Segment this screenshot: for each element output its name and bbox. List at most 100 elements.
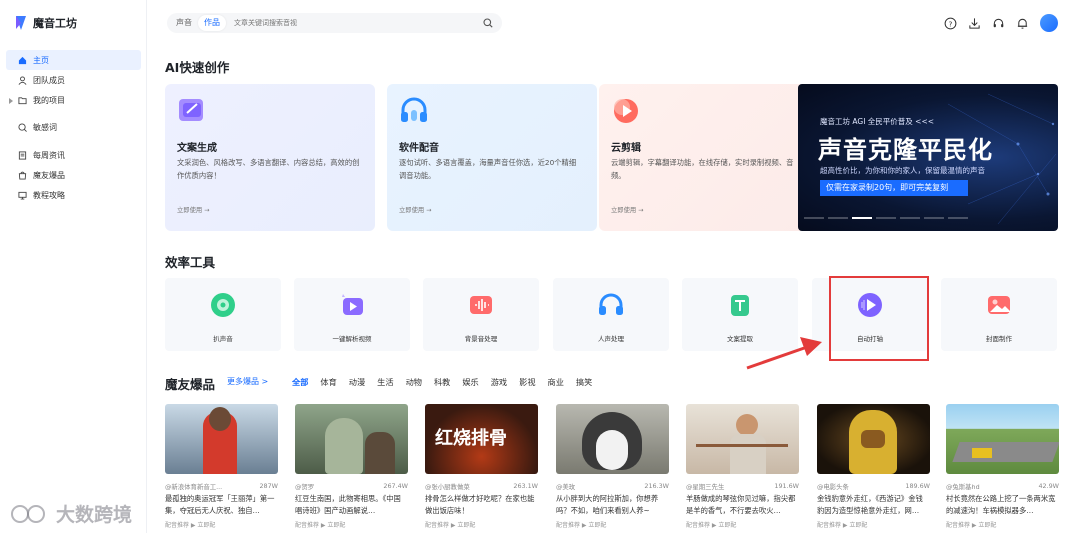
video-footer[interactable]: 配音推荐 ▶ 立即配 [946, 520, 1059, 529]
ai-card-dubbing[interactable]: 软件配音 逐句试听、多语言覆盖，海量声音任你选，近20个精细调音功能。 立即使用… [387, 84, 597, 231]
video-card[interactable]: 红烧排骨 @张小厨教做菜 263.1W 排骨怎么样做才好吃呢？在家也能做出饭店味！… [425, 404, 538, 529]
video-title[interactable]: 红豆生南国，此物寄相思。《中国唱诗班》国产动画解说… [295, 493, 408, 517]
video-thumbnail[interactable] [165, 404, 278, 474]
section-title-tools: 效率工具 [165, 255, 216, 270]
download-icon[interactable] [968, 17, 981, 30]
video-card[interactable]: @美玫 216.3W 从小胖到大的阿拉斯加，你想养吗？不如，咱们来看别人养~ 配音… [556, 404, 669, 529]
video-card[interactable]: @兔斯基hd 42.9W 村长竟然在公路上挖了一条两米宽的减速沟！车祸模拟器多… … [946, 404, 1059, 529]
category-tab[interactable]: 动物 [406, 376, 422, 388]
video-likes: 191.6W [774, 482, 799, 490]
video-author[interactable]: @星期三先生 [686, 482, 724, 491]
video-author[interactable]: @兔斯基hd [946, 482, 980, 491]
category-tab[interactable]: 科教 [434, 376, 450, 388]
magic-video-icon [342, 294, 363, 315]
video-footer[interactable]: 配音推荐 ▶ 立即配 [165, 520, 278, 529]
video-thumbnail[interactable] [556, 404, 669, 474]
sidebar-item-home[interactable]: 主页 [6, 50, 141, 70]
video-author[interactable]: @张小厨教做菜 [425, 482, 470, 491]
category-tabs: 全部 体育 动漫 生活 动物 科教 娱乐 游戏 影视 商业 搞笑 [292, 376, 592, 388]
video-thumbnail[interactable] [946, 404, 1059, 474]
video-thumbnail[interactable] [817, 404, 930, 474]
user-icon [18, 76, 27, 85]
category-tab[interactable]: 生活 [377, 376, 393, 388]
video-author[interactable]: @电影头条 [817, 482, 849, 491]
use-now-link[interactable]: 立即使用 → [399, 205, 431, 214]
ai-card-copywriting[interactable]: 文案生成 文采润色、风格改写、多语言翻译、内容总结，高效的创作优质内容！ 立即使… [165, 84, 375, 231]
video-thumbnail[interactable]: 红烧排骨 [425, 404, 538, 474]
video-footer[interactable]: 配音推荐 ▶ 立即配 [295, 520, 408, 529]
search-icon[interactable] [483, 18, 493, 28]
tool-cover[interactable]: 封面制作 [941, 278, 1057, 351]
header-actions: ? [944, 14, 1058, 32]
watermark-text: 大数跨境 [56, 504, 133, 526]
category-tab[interactable]: 商业 [548, 376, 564, 388]
category-tab[interactable]: 游戏 [491, 376, 507, 388]
tool-vocal[interactable]: 人声处理 [553, 278, 669, 351]
help-icon[interactable]: ? [944, 17, 957, 30]
sidebar-item-label: 我的项目 [33, 96, 65, 106]
carousel-dot[interactable] [804, 217, 824, 219]
carousel-dot[interactable] [828, 217, 848, 219]
video-title[interactable]: 村长竟然在公路上挖了一条两米宽的减速沟！车祸模拟器多… [946, 493, 1059, 517]
app-logo[interactable]: 魔音工坊 [14, 15, 77, 31]
carousel-dot[interactable] [852, 217, 872, 219]
category-tab[interactable]: 全部 [292, 376, 308, 388]
video-card[interactable]: @星期三先生 191.6W 羊肠做成的琴弦你见过嘛，指尖都是羊的香气，不行要去吹火… [686, 404, 799, 529]
video-card[interactable]: @新浪体育新音工... 287W 最孤独的奥运冠军「王丽萍」第一集，夺冠后无人庆祝… [165, 404, 278, 529]
use-now-link[interactable]: 立即使用 → [611, 205, 643, 214]
sidebar-item-hot-products[interactable]: 魔友爆品 [6, 165, 141, 185]
tool-parse-video[interactable]: 一键解析视频 [294, 278, 410, 351]
promo-banner[interactable]: 魔音工坊 AGI 全民平价普及 <<< 声音克隆平民化 超高性价比，为你和你的家… [798, 84, 1058, 231]
search-tab-voice[interactable]: 声音 [170, 15, 198, 31]
watermark: 大数跨境 [10, 500, 132, 527]
sidebar-item-sensitive-words[interactable]: 敏感词 [6, 118, 141, 138]
sidebar-item-team[interactable]: 团队成员 [6, 70, 141, 90]
category-tab[interactable]: 动漫 [349, 376, 365, 388]
headset-icon[interactable] [992, 17, 1005, 30]
video-title[interactable]: 羊肠做成的琴弦你见过嘛，指尖都是羊的香气，不行要去吹火… [686, 493, 799, 517]
carousel-dot[interactable] [876, 217, 896, 219]
video-author[interactable]: @贺罗 [295, 482, 314, 491]
more-hot-products-link[interactable]: 更多爆品 > [227, 376, 268, 387]
video-card[interactable]: @贺罗 267.4W 红豆生南国，此物寄相思。《中国唱诗班》国产动画解说… 配音推… [295, 404, 408, 529]
video-title[interactable]: 金钱豹意外走红，《西游记》金钱豹因为造型惊艳意外走红，网… [817, 493, 930, 517]
video-title[interactable]: 最孤独的奥运冠军「王丽萍」第一集，夺冠后无人庆祝、独自… [165, 493, 278, 517]
use-now-link[interactable]: 立即使用 → [177, 205, 209, 214]
carousel-dot[interactable] [900, 217, 920, 219]
video-footer[interactable]: 配音推荐 ▶ 立即配 [686, 520, 799, 529]
video-card[interactable]: @电影头条 189.6W 金钱豹意外走红，《西游记》金钱豹因为造型惊艳意外走红，网… [817, 404, 930, 529]
category-tab[interactable]: 搞笑 [576, 376, 592, 388]
expand-caret-icon[interactable] [9, 97, 13, 104]
ai-card-cloud-edit[interactable]: 云剪辑 云端剪辑，字幕翻译功能，在线存储，实时录制视频、音频。 立即使用 → [599, 84, 809, 231]
search-input[interactable] [234, 19, 454, 27]
bell-icon[interactable] [1016, 17, 1029, 30]
video-thumbnail[interactable] [686, 404, 799, 474]
sidebar-item-weekly-news[interactable]: 每周资讯 [6, 145, 141, 165]
video-likes: 189.6W [905, 482, 930, 490]
carousel-dot[interactable] [948, 217, 968, 219]
video-author[interactable]: @新浪体育新音工... [165, 482, 222, 491]
search-tab-works[interactable]: 作品 [198, 15, 226, 31]
video-thumbnail[interactable] [295, 404, 408, 474]
video-footer[interactable]: 配音推荐 ▶ 立即配 [556, 520, 669, 529]
video-footer[interactable]: 配音推荐 ▶ 立即配 [817, 520, 930, 529]
banner-cta[interactable]: 仅需在家录制20句，即可完美复刻 [820, 180, 968, 196]
video-title[interactable]: 排骨怎么样做才好吃呢？在家也能做出饭店味！ [425, 493, 538, 517]
video-title[interactable]: 从小胖到大的阿拉斯加，你想养吗？不如，咱们来看别人养~ [556, 493, 669, 517]
category-tab[interactable]: 娱乐 [462, 376, 478, 388]
tool-extract-voice[interactable]: 扒声音 [165, 278, 281, 351]
tool-label: 扒声音 [213, 335, 233, 343]
section-title-moyou: 魔友爆品 [165, 377, 216, 392]
tool-bg-audio[interactable]: 背景音处理 [423, 278, 539, 351]
sidebar-item-projects[interactable]: 我的项目 [6, 91, 141, 111]
video-likes: 267.4W [383, 482, 408, 490]
video-likes: 263.1W [513, 482, 538, 490]
document-edit-icon [179, 99, 203, 121]
category-tab[interactable]: 体育 [320, 376, 336, 388]
carousel-dot[interactable] [924, 217, 944, 219]
avatar[interactable] [1040, 14, 1058, 32]
sidebar-item-tutorials[interactable]: 教程攻略 [6, 186, 141, 206]
category-tab[interactable]: 影视 [519, 376, 535, 388]
video-footer[interactable]: 配音推荐 ▶ 立即配 [425, 520, 538, 529]
video-author[interactable]: @美玫 [556, 482, 575, 491]
